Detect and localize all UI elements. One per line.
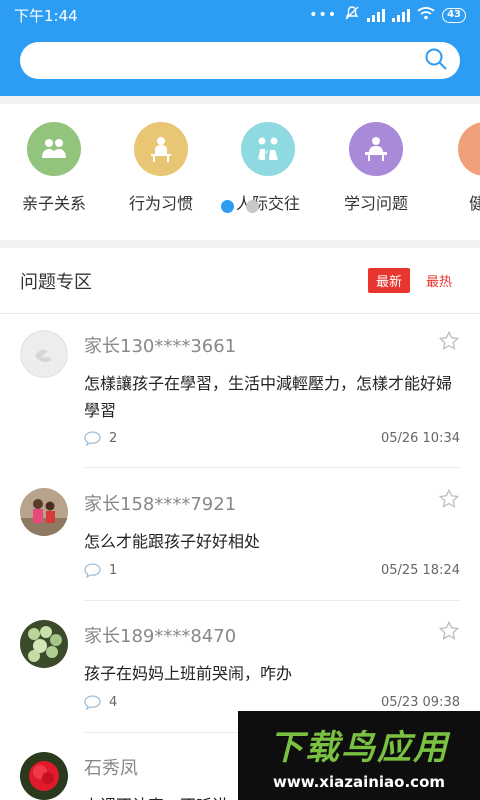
default-avatar [20,330,68,378]
sort-filters: 最新 最热 [367,268,460,293]
header: 下午1:44 ••• 43 [0,0,480,96]
comment-count-value: 4 [109,695,118,710]
watermark-url: www.xiazainiao.com [272,773,446,791]
search-input[interactable] [20,42,460,79]
post-author: 石秀凤 [84,758,138,779]
post-item[interactable]: 家长158****7921 怎么才能跟孩子好好相处 1 05/25 18:24 [20,488,460,588]
comment-icon [84,431,101,446]
comment-count: 2 [84,431,117,446]
favorite-star-icon[interactable] [438,330,460,356]
favorite-star-icon[interactable] [438,620,460,646]
section-header: 问题专区 最新 最热 [0,248,480,314]
friends-icon [241,122,295,176]
post-footer: 1 05/25 18:24 [84,563,460,578]
comment-icon [84,695,101,710]
post-time: 05/25 18:24 [380,563,460,578]
battery-icon: 43 [442,7,466,23]
favorite-star-icon[interactable] [438,488,460,514]
watermark: 下载鸟应用 www.xiazainiao.com [238,711,480,800]
sort-newest-button[interactable]: 最新 [367,268,410,293]
post-text: 孩子在妈妈上班前哭闹，咋办 [84,664,293,683]
student-desk-icon [134,122,188,176]
search-icon[interactable] [424,47,448,75]
comment-count-value: 1 [109,563,118,578]
comment-count: 1 [84,563,117,578]
carousel-dot[interactable] [246,200,259,213]
mute-icon [344,5,360,25]
row-divider [84,600,460,601]
post-footer: 4 05/23 09:38 [84,695,460,710]
wifi-icon [417,6,435,24]
plant-photo-avatar [20,620,68,668]
post-time: 05/23 09:38 [380,695,460,710]
comment-count-value: 2 [109,431,118,446]
post-author: 家长158****7921 [84,494,237,515]
status-bar: 下午1:44 ••• 43 [0,0,480,30]
health-icon [458,122,480,176]
parents-icon [27,122,81,176]
reading-icon [349,122,403,176]
signal-icon-2 [392,8,411,22]
carousel-indicator [0,200,480,213]
section-title: 问题专区 [20,271,92,293]
post-author: 家长130****3661 [84,336,237,357]
post-footer: 2 05/26 10:34 [84,431,460,446]
category-carousel[interactable]: 亲子关系 行为习惯 人际交往 学习问题 健康 [0,104,480,240]
status-time: 下午1:44 [14,6,78,25]
signal-icon [367,8,386,22]
more-dots-icon: ••• [309,7,338,23]
flower-photo-avatar [20,752,68,800]
status-icons: ••• 43 [309,5,466,25]
post-text: 怎樣讓孩子在學習，生活中減輕壓力，怎樣才能好婦學習 [84,374,453,420]
post-time: 05/26 10:34 [380,431,460,446]
post-item[interactable]: 家长130****3661 怎樣讓孩子在學習，生活中減輕壓力，怎樣才能好婦學習 … [20,330,460,460]
comment-count: 4 [84,695,117,710]
comment-icon [84,563,101,578]
sort-hottest-button[interactable]: 最热 [418,268,460,293]
post-author: 家长189****8470 [84,626,237,647]
row-divider [84,467,460,468]
watermark-title: 下载鸟应用 [269,728,449,768]
post-text: 怎么才能跟孩子好好相处 [84,532,261,551]
post-item[interactable]: 家长189****8470 孩子在妈妈上班前哭闹，咋办 4 05/23 09:3… [20,620,460,720]
separator [0,96,480,104]
carousel-dot-active[interactable] [221,200,234,213]
separator [0,240,480,248]
kids-photo-avatar [20,488,68,536]
